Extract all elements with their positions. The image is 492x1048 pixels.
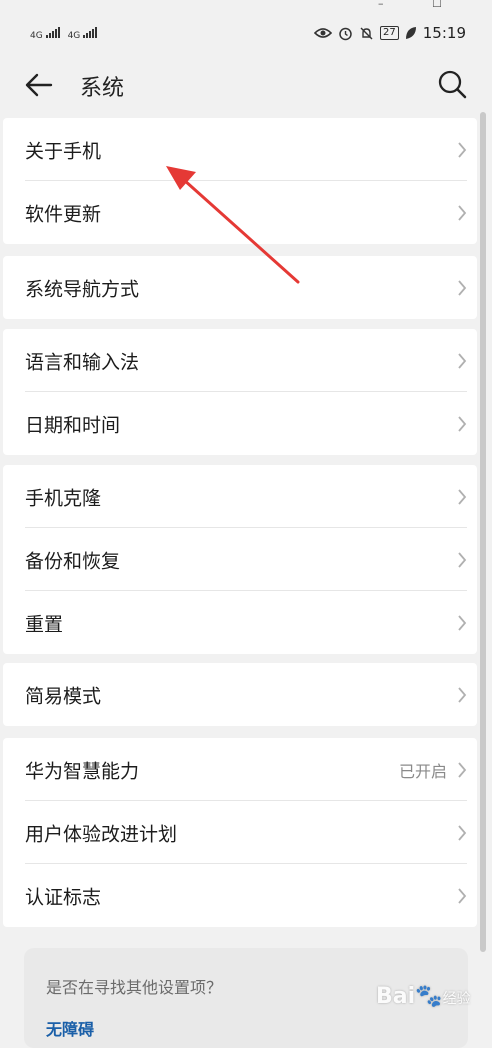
settings-item-label: 备份和恢复 (25, 550, 121, 572)
settings-item-simple-mode[interactable]: 简易模式 (3, 663, 477, 726)
settings-group: 关于手机 软件更新 (3, 118, 477, 244)
settings-item-label: 手机克隆 (25, 487, 102, 509)
chevron-right-icon (458, 686, 467, 703)
chevron-right-icon (458, 352, 467, 369)
chevron-right-icon (458, 824, 467, 841)
suggestion-question: 是否在寻找其他设置项？ (46, 978, 223, 997)
leaf-icon (405, 27, 416, 39)
battery-icon: 27 (380, 26, 399, 40)
paw-icon: 🐾 (415, 984, 443, 1009)
app-bar: 系统 (0, 56, 492, 118)
mute-bell-icon (360, 27, 373, 39)
chevron-right-icon (458, 614, 467, 631)
chevron-right-icon (458, 279, 467, 296)
search-icon[interactable] (436, 68, 468, 100)
network-type-label: 4G (67, 31, 81, 41)
signal-bars-icon (45, 26, 60, 38)
settings-item-status: 已开启 (398, 761, 447, 781)
settings-item-label: 简易模式 (25, 685, 102, 707)
settings-group: 华为智慧能力 已开启 用户体验改进计划 认证标志 (3, 738, 477, 927)
settings-item-label: 软件更新 (25, 203, 102, 225)
settings-item-huawei-assistant[interactable]: 华为智慧能力 已开启 (3, 738, 477, 801)
back-arrow-icon[interactable] (24, 70, 54, 100)
watermark-suffix: 经验 (442, 991, 471, 1007)
settings-item-phone-clone[interactable]: 手机克隆 (3, 465, 477, 528)
status-bar: 4G 4G 27 15:19 (0, 12, 492, 56)
signal-indicators: 4G 4G (30, 26, 98, 41)
eye-comfort-icon (314, 28, 333, 38)
settings-group: 系统导航方式 (3, 256, 477, 319)
network-type-label: 4G (30, 31, 43, 41)
sim2-signal: 4G (68, 26, 98, 41)
minimize-button[interactable]: – (378, 0, 384, 10)
sim1-signal: 4G (30, 26, 60, 41)
settings-item-label: 认证标志 (25, 886, 102, 908)
watermark-text: Bai (376, 984, 416, 1009)
settings-item-label: 系统导航方式 (25, 278, 140, 300)
accessibility-link[interactable]: 无障碍 (46, 1016, 94, 1040)
settings-item-label: 重置 (25, 613, 64, 635)
scrollbar[interactable] (480, 112, 486, 952)
settings-group: 语言和输入法 日期和时间 (3, 329, 477, 455)
settings-item-software-update[interactable]: 软件更新 (3, 181, 477, 244)
chevron-right-icon (458, 141, 467, 158)
settings-item-date-time[interactable]: 日期和时间 (3, 392, 477, 455)
settings-item-label: 语言和输入法 (25, 351, 140, 373)
chevron-right-icon (458, 204, 467, 221)
settings-item-reset[interactable]: 重置 (3, 591, 477, 654)
settings-item-label: 华为智慧能力 (25, 760, 140, 782)
settings-group: 手机克隆 备份和恢复 重置 (3, 465, 477, 654)
status-icons: 27 15:19 (314, 24, 466, 42)
settings-item-user-experience[interactable]: 用户体验改进计划 (3, 801, 477, 864)
settings-group: 简易模式 (3, 663, 477, 726)
chevron-right-icon (458, 551, 467, 568)
chevron-right-icon (458, 488, 467, 505)
clock: 15:19 (422, 24, 466, 42)
settings-item-system-navigation[interactable]: 系统导航方式 (3, 256, 477, 319)
settings-item-certification[interactable]: 认证标志 (3, 864, 477, 927)
settings-item-language-input[interactable]: 语言和输入法 (3, 329, 477, 392)
page-title: 系统 (80, 76, 125, 101)
maximize-button[interactable]: ☐ (432, 0, 442, 10)
settings-item-label: 用户体验改进计划 (25, 823, 178, 845)
settings-item-label: 日期和时间 (25, 414, 121, 436)
settings-item-label: 关于手机 (25, 140, 102, 162)
settings-item-about-phone[interactable]: 关于手机 (3, 118, 477, 181)
alarm-icon (339, 27, 352, 40)
window-control-strip: – ☐ (0, 0, 492, 12)
chevron-right-icon (458, 887, 467, 904)
chevron-right-icon (458, 415, 467, 432)
baidu-watermark: Bai🐾经验 (376, 984, 471, 1009)
signal-bars-icon (83, 26, 98, 38)
settings-item-backup-restore[interactable]: 备份和恢复 (3, 528, 477, 591)
chevron-right-icon (458, 761, 467, 778)
